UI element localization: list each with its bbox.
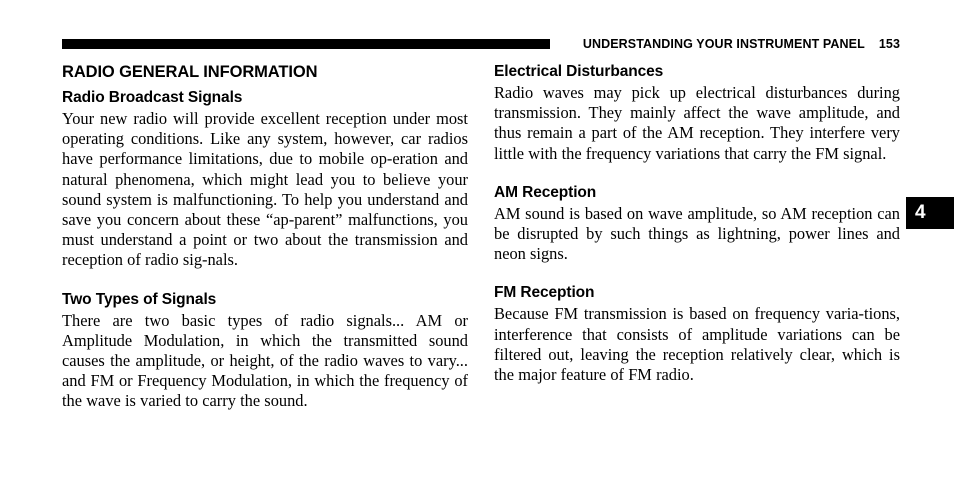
chapter-tab: 4 — [906, 197, 954, 229]
subsection-heading-am-reception: AM Reception — [494, 183, 597, 201]
header-text: UNDERSTANDING YOUR INSTRUMENT PANEL 153 — [550, 37, 900, 52]
subsection-body-electrical-disturbances: Radio waves may pick up electrical distu… — [494, 83, 900, 163]
running-header: UNDERSTANDING YOUR INSTRUMENT PANEL 153 — [62, 34, 900, 54]
subsection-body-radio-broadcast-signals: Your new radio will provide excellent re… — [62, 109, 468, 270]
header-chapter-title: UNDERSTANDING YOUR INSTRUMENT PANEL — [582, 36, 865, 51]
page-title: RADIO GENERAL INFORMATION — [62, 63, 318, 81]
subsection-heading-radio-broadcast-signals: Radio Broadcast Signals — [62, 89, 243, 106]
right-column: Electrical Disturbances Radio waves may … — [494, 62, 900, 385]
manual-page: UNDERSTANDING YOUR INSTRUMENT PANEL 153 R… — [0, 0, 954, 500]
header-page-number: 153 — [878, 36, 900, 51]
chapter-tab-number: 4 — [915, 202, 926, 223]
subsection-heading-electrical-disturbances: Electrical Disturbances — [494, 63, 664, 80]
subsection-body-fm-reception: Because FM transmission is based on freq… — [494, 304, 900, 385]
subsection-body-two-types-of-signals: There are two basic types of radio signa… — [62, 310, 468, 411]
subsection-heading-two-types-of-signals: Two Types of Signals — [62, 290, 217, 308]
subsection-body-am-reception: AM sound is based on wave amplitude, so … — [494, 203, 900, 264]
header-rule — [62, 39, 550, 49]
subsection-heading-fm-reception: FM Reception — [494, 284, 595, 302]
left-column: RADIO GENERAL INFORMATION Radio Broadcas… — [62, 62, 468, 412]
